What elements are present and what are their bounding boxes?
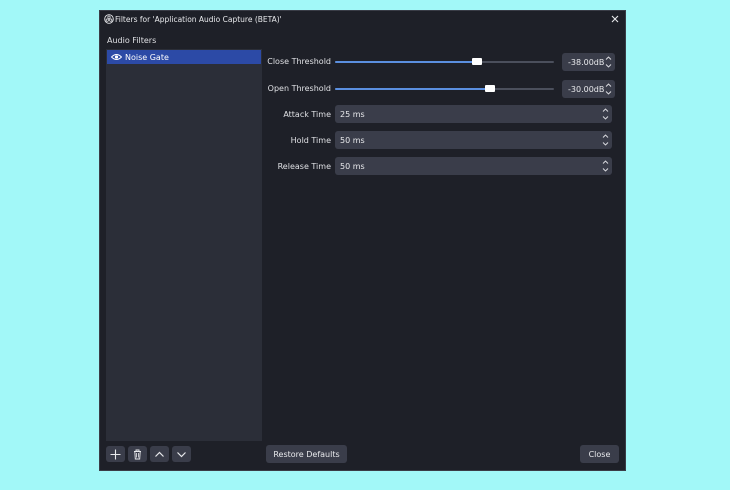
- close-threshold-slider-handle[interactable]: [472, 58, 483, 65]
- remove-filter-button[interactable]: [128, 446, 147, 462]
- add-filter-button[interactable]: [106, 446, 125, 462]
- obs-logo-icon: [104, 14, 114, 24]
- spin-arrows-icon[interactable]: [605, 82, 612, 96]
- hold-time-row: Hold Time 50 ms: [263, 131, 615, 151]
- plus-icon: [110, 449, 121, 460]
- close-threshold-slider[interactable]: [335, 58, 554, 65]
- release-time-value[interactable]: 50 ms: [340, 162, 365, 171]
- open-threshold-slider-fill: [335, 88, 491, 90]
- hold-time-label: Hold Time: [290, 136, 331, 145]
- attack-time-spinbox[interactable]: 25 ms: [335, 105, 612, 123]
- hold-time-spinbox[interactable]: 50 ms: [335, 131, 612, 149]
- filter-list[interactable]: Noise Gate: [106, 49, 262, 441]
- close-threshold-row: Close Threshold -38.00dB: [263, 51, 615, 71]
- close-icon[interactable]: [610, 14, 620, 24]
- open-threshold-slider[interactable]: [335, 85, 554, 92]
- close-threshold-spinbox[interactable]: -38.00dB: [562, 53, 615, 71]
- title-bar: Filters for 'Application Audio Capture (…: [100, 11, 625, 29]
- release-time-spinbox[interactable]: 50 ms: [335, 157, 612, 175]
- spin-arrows-icon[interactable]: [602, 133, 609, 147]
- open-threshold-value[interactable]: -30.00dB: [568, 85, 604, 94]
- spin-arrows-icon[interactable]: [602, 159, 609, 173]
- attack-time-label: Attack Time: [283, 110, 331, 119]
- open-threshold-slider-handle[interactable]: [485, 85, 496, 92]
- spin-arrows-icon[interactable]: [602, 107, 609, 121]
- filter-item-noise-gate[interactable]: Noise Gate: [107, 50, 261, 64]
- move-filter-up-button[interactable]: [150, 446, 169, 462]
- close-threshold-label: Close Threshold: [267, 57, 331, 66]
- close-button[interactable]: Close: [580, 445, 619, 463]
- eye-icon[interactable]: [111, 53, 122, 61]
- move-filter-down-button[interactable]: [172, 446, 191, 462]
- spin-arrows-icon[interactable]: [605, 55, 612, 69]
- chevron-down-icon: [177, 452, 186, 458]
- trash-icon: [134, 449, 141, 460]
- filter-item-label: Noise Gate: [125, 52, 169, 62]
- filter-settings-panel: Close Threshold -38.00dB Open Threshold: [263, 49, 626, 441]
- open-threshold-spinbox[interactable]: -30.00dB: [562, 80, 615, 98]
- attack-time-row: Attack Time 25 ms: [263, 105, 615, 125]
- filters-window: Filters for 'Application Audio Capture (…: [99, 10, 626, 471]
- chevron-up-icon: [155, 451, 164, 457]
- close-threshold-value[interactable]: -38.00dB: [568, 58, 604, 67]
- attack-time-value[interactable]: 25 ms: [340, 110, 365, 119]
- audio-filters-label: Audio Filters: [107, 36, 157, 45]
- restore-defaults-button[interactable]: Restore Defaults: [266, 445, 347, 463]
- release-time-row: Release Time 50 ms: [263, 157, 615, 177]
- open-threshold-label: Open Threshold: [267, 84, 331, 93]
- release-time-label: Release Time: [277, 162, 331, 171]
- window-title: Filters for 'Application Audio Capture (…: [115, 15, 282, 24]
- hold-time-value[interactable]: 50 ms: [340, 136, 365, 145]
- close-threshold-slider-fill: [335, 61, 478, 63]
- open-threshold-row: Open Threshold -30.00dB: [263, 78, 615, 98]
